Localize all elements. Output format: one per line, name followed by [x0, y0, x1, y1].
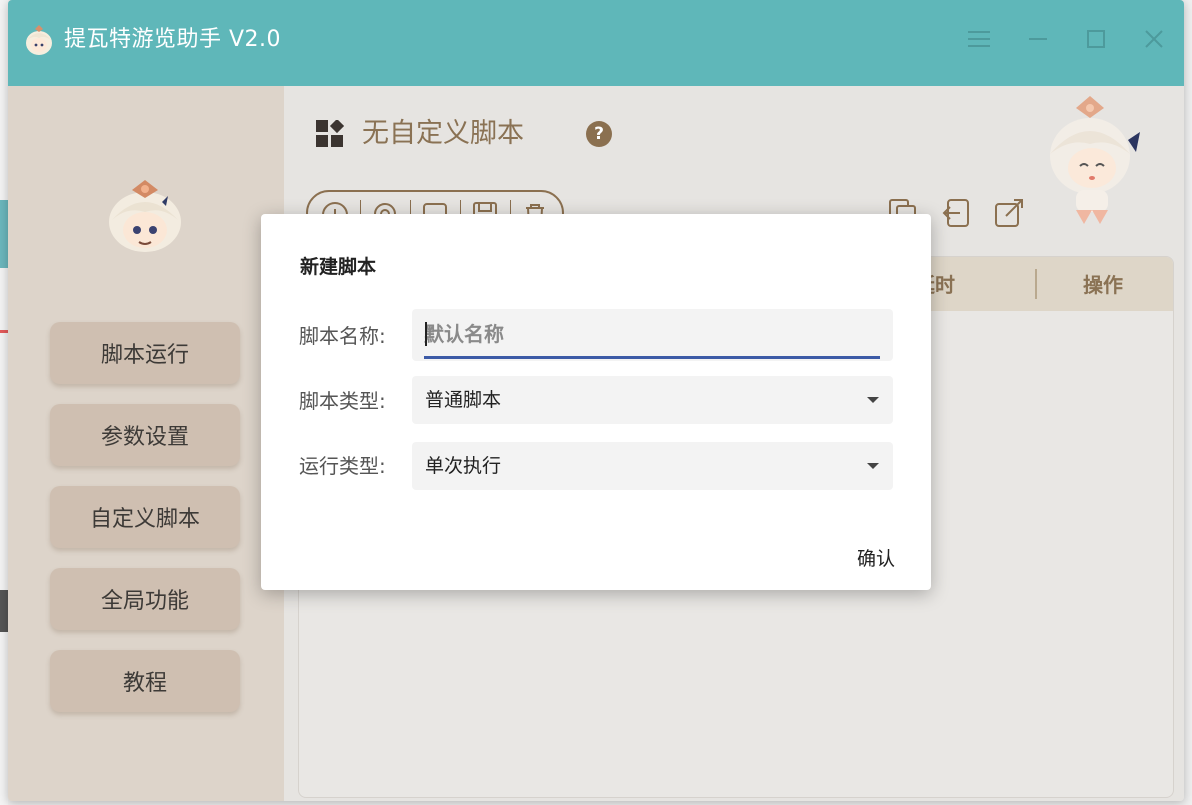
script-type-select[interactable]: 普通脚本 [412, 376, 893, 424]
background-tab-accent [0, 200, 8, 268]
import-icon[interactable] [940, 196, 974, 230]
app-title: 提瓦特游览助手 V2.0 [64, 27, 282, 52]
script-name-field [412, 309, 893, 361]
dropdown-arrow-icon [867, 397, 879, 403]
background-red-line [0, 330, 8, 333]
title-bar[interactable]: 提瓦特游览助手 V2.0 [8, 0, 1184, 86]
new-script-dialog: 新建脚本 脚本名称: 脚本类型: 普通脚本 运行类型: 单次执行 确认 [261, 214, 931, 590]
dialog-title: 新建脚本 [300, 256, 377, 278]
nav-custom-script[interactable]: 自定义脚本 [50, 486, 240, 548]
script-name-label: 脚本名称: [299, 324, 386, 348]
page-title: 无自定义脚本 [362, 118, 524, 149]
dropdown-arrow-icon [867, 463, 879, 469]
run-type-value: 单次执行 [425, 455, 502, 477]
paimon-avatar [102, 176, 188, 256]
script-type-label: 脚本类型: [299, 389, 386, 413]
nav-parameter-settings[interactable]: 参数设置 [50, 404, 240, 466]
header-actions: 操作 [1083, 273, 1123, 297]
nav-tutorial[interactable]: 教程 [50, 650, 240, 712]
paimon-logo-icon [22, 24, 56, 58]
minimize-icon[interactable] [1020, 22, 1056, 56]
grid-apps-icon [316, 118, 345, 148]
run-type-label: 运行类型: [299, 454, 386, 478]
close-icon[interactable] [1136, 22, 1172, 56]
header-divider [1035, 269, 1037, 299]
menu-icon[interactable] [961, 22, 997, 56]
paimon-mascot-image [1036, 94, 1144, 230]
maximize-icon[interactable] [1078, 22, 1114, 56]
confirm-button[interactable]: 确认 [857, 544, 895, 571]
script-name-input[interactable] [424, 309, 880, 359]
background-window-edge [0, 0, 8, 805]
export-icon[interactable] [992, 196, 1026, 230]
text-cursor [425, 322, 427, 346]
sidebar: 脚本运行 参数设置 自定义脚本 全局功能 教程 [8, 86, 284, 801]
background-dark-block [0, 590, 8, 632]
run-type-select[interactable]: 单次执行 [412, 442, 893, 490]
nav-global-functions[interactable]: 全局功能 [50, 568, 240, 630]
input-focus-underline [424, 356, 880, 359]
nav-script-run[interactable]: 脚本运行 [50, 322, 240, 384]
script-type-value: 普通脚本 [425, 389, 502, 411]
help-icon[interactable]: ? [586, 121, 612, 147]
